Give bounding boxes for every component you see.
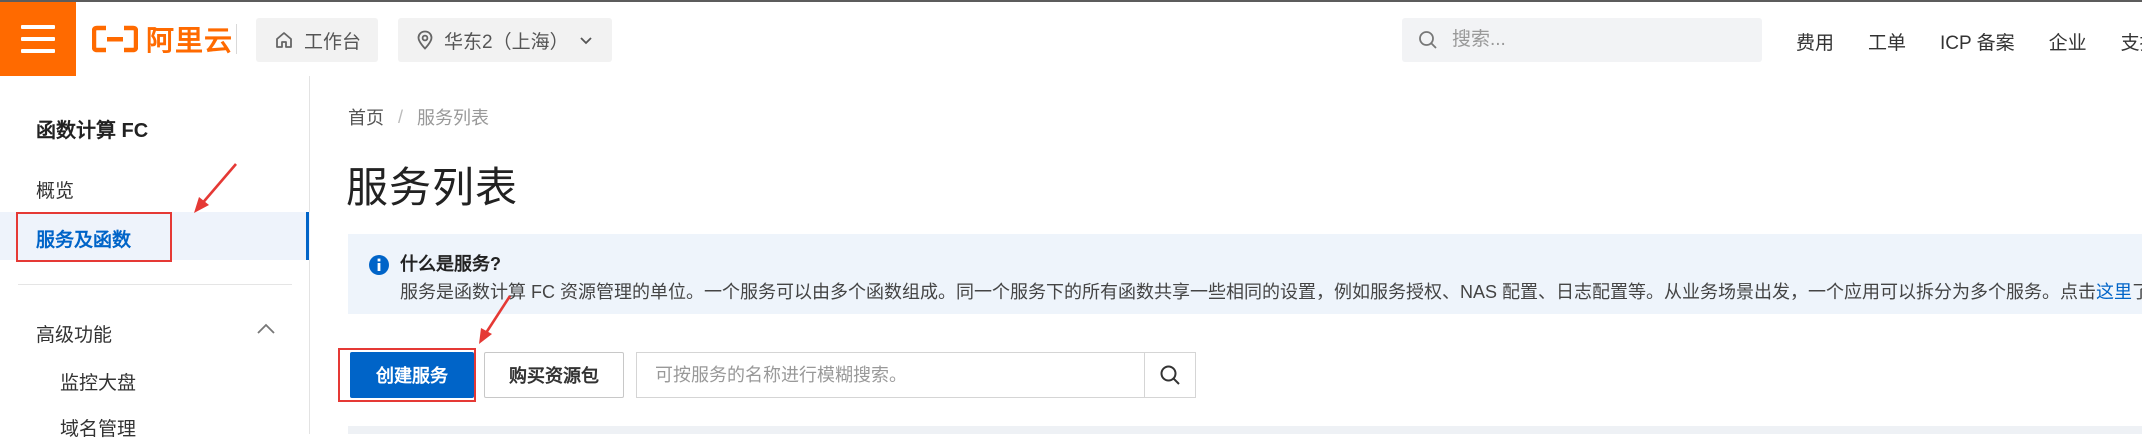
region-selector[interactable]: 华东2（上海）	[398, 18, 612, 62]
breadcrumb-separator: /	[398, 106, 404, 127]
search-icon	[1419, 31, 1437, 49]
global-search-input[interactable]	[1450, 28, 1734, 52]
sidebar-group-advanced[interactable]: 高级功能	[36, 320, 112, 347]
nav-tickets[interactable]: 工单	[1868, 28, 1906, 55]
logo-text: 阿里云	[146, 25, 234, 56]
top-bar: 阿里云 工作台 华东2（上海） 费用 工单 ICP 备案 企业 支持	[0, 0, 2142, 76]
buy-resource-pack-button[interactable]: 购买资源包	[484, 352, 624, 398]
sidebar-active-indicator	[306, 212, 309, 260]
sidebar-divider	[18, 284, 292, 285]
aliyun-logo[interactable]: 阿里云	[92, 21, 233, 57]
sidebar-title: 函数计算 FC	[36, 120, 149, 142]
hamburger-menu-icon[interactable]	[0, 2, 76, 76]
annotation-arrow-sidebar-icon	[194, 163, 237, 213]
nav-enterprise[interactable]: 企业	[2049, 28, 2087, 55]
console-button[interactable]: 工作台	[256, 18, 378, 62]
notice-link[interactable]: 这里	[2096, 282, 2132, 302]
chevron-down-icon	[579, 37, 592, 45]
breadcrumb-current: 服务列表	[417, 108, 490, 128]
info-notice: 什么是服务? 服务是函数计算 FC 资源管理的单位。一个服务可以由多个函数组成。…	[348, 234, 2142, 314]
chevron-up-icon[interactable]	[256, 322, 276, 336]
page-title: 服务列表	[346, 164, 519, 211]
service-search	[636, 352, 1196, 398]
home-icon	[276, 32, 292, 48]
top-nav: 费用 工单 ICP 备案 企业 支持	[1796, 28, 2142, 55]
main-content: 首页 / 服务列表 服务列表 什么是服务? 服务是函数计算 FC 资源管理的单位…	[310, 76, 2142, 434]
notice-body: 服务是函数计算 FC 资源管理的单位。一个服务可以由多个函数组成。同一个服务下的…	[400, 282, 2096, 302]
service-search-input[interactable]	[637, 352, 1144, 398]
header-divider	[236, 24, 237, 54]
sidebar-item-monitor-dashboard[interactable]: 监控大盘	[60, 368, 136, 395]
sidebar-item-overview[interactable]: 概览	[36, 176, 74, 203]
highlight-box-services	[16, 212, 172, 262]
annotation-arrow-create-icon	[479, 295, 512, 344]
region-label: 华东2（上海）	[444, 31, 569, 53]
nav-icp[interactable]: ICP 备案	[1940, 28, 2015, 55]
highlight-box-create-button	[338, 348, 476, 402]
search-icon	[1160, 365, 1180, 385]
aliyun-logo-mark-icon	[92, 25, 138, 53]
service-search-button[interactable]	[1144, 353, 1195, 397]
sidebar-item-domain-management[interactable]: 域名管理	[60, 414, 136, 441]
breadcrumb-home[interactable]: 首页	[348, 104, 384, 130]
service-table-header	[348, 426, 2142, 434]
notice-title: 什么是服务?	[400, 254, 501, 274]
console-label: 工作台	[304, 31, 362, 53]
notice-tail: 了	[2132, 282, 2142, 302]
nav-billing[interactable]: 费用	[1796, 28, 1834, 55]
info-icon	[369, 255, 389, 275]
notice-text: 服务是函数计算 FC 资源管理的单位。一个服务可以由多个函数组成。同一个服务下的…	[400, 278, 2142, 304]
global-search[interactable]	[1402, 18, 1762, 62]
breadcrumb: 首页 / 服务列表	[348, 104, 489, 130]
nav-support[interactable]: 支持	[2121, 28, 2142, 55]
location-pin-icon	[417, 30, 433, 50]
